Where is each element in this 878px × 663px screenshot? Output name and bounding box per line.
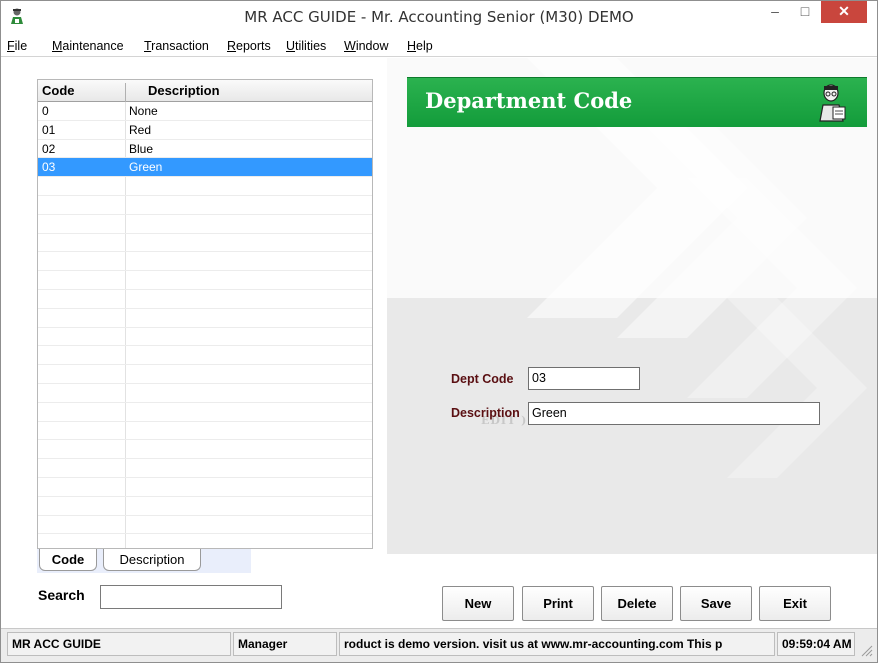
cell-description: None	[129, 104, 158, 118]
form-title: Department Code	[425, 88, 633, 113]
menu-maintenance[interactable]: Maintenance	[52, 39, 124, 53]
accountant-mascot-icon	[819, 84, 846, 122]
empty-table-row[interactable]	[38, 440, 372, 460]
grid-body: 0 None 01 Red 02 Blue 03 Green	[38, 102, 372, 548]
description-label: Description	[451, 406, 520, 420]
dept-code-label: Dept Code	[451, 372, 514, 386]
empty-table-row[interactable]	[38, 177, 372, 196]
dept-code-field[interactable]: 03	[528, 367, 640, 390]
cell-description: Red	[129, 122, 152, 137]
status-marquee: roduct is demo version. visit us at www.…	[339, 632, 775, 656]
grid-header: Code Description	[38, 80, 372, 105]
empty-table-row[interactable]	[38, 422, 372, 441]
search-input[interactable]	[100, 585, 282, 609]
minimize-button[interactable]: ‒	[761, 1, 789, 23]
detail-panel: Department Code	[387, 58, 877, 554]
cell-description: Green	[129, 160, 163, 175]
empty-table-row[interactable]	[38, 534, 372, 548]
menu-reports[interactable]: Reports	[227, 39, 271, 53]
empty-table-row[interactable]	[38, 403, 372, 422]
decorative-chevrons	[527, 58, 867, 478]
cell-code: 01	[42, 122, 56, 137]
empty-table-row[interactable]	[38, 346, 372, 366]
empty-table-row[interactable]	[38, 459, 372, 478]
empty-table-row[interactable]	[38, 215, 372, 234]
app-window: MR ACC GUIDE - Mr. Accounting Senior (M3…	[0, 0, 878, 663]
status-clock: 09:59:04 AM	[777, 632, 855, 656]
new-button[interactable]: New	[442, 586, 514, 621]
empty-table-row[interactable]	[38, 234, 372, 253]
close-button[interactable]: ✕	[821, 1, 867, 23]
empty-table-row[interactable]	[38, 290, 372, 309]
table-row[interactable]: 01 Red	[38, 121, 372, 140]
department-grid[interactable]: Code Description 0 None 01 Red 02 Blue 03 Green	[37, 79, 373, 549]
maximize-button[interactable]: □	[791, 1, 819, 23]
title-bar: MR ACC GUIDE - Mr. Accounting Senior (M3…	[1, 1, 877, 34]
empty-table-row[interactable]	[38, 365, 372, 384]
search-label: Search	[38, 587, 85, 603]
empty-table-row[interactable]	[38, 478, 372, 497]
form-header-bar: Department Code	[407, 77, 867, 127]
window-title: MR ACC GUIDE - Mr. Accounting Senior (M3…	[244, 8, 634, 26]
table-row[interactable]: 02 Blue	[38, 140, 372, 159]
print-button[interactable]: Print	[522, 586, 594, 621]
table-row[interactable]: 03 Green	[38, 158, 372, 178]
cell-description: Blue	[129, 141, 154, 156]
status-user: Manager	[233, 632, 337, 656]
resize-grip-icon[interactable]	[859, 643, 873, 657]
column-header-code[interactable]: Code	[42, 83, 75, 98]
sort-tabs: Code Description	[37, 549, 251, 573]
tab-code[interactable]: Code	[39, 549, 97, 571]
empty-table-row[interactable]	[38, 196, 372, 215]
cell-code: 0	[42, 104, 49, 118]
empty-table-row[interactable]	[38, 516, 372, 535]
menu-bar: File Maintenance Transaction Reports Uti…	[1, 35, 877, 57]
empty-table-row[interactable]	[38, 309, 372, 328]
empty-table-row[interactable]	[38, 271, 372, 290]
cell-code: 03	[42, 160, 56, 175]
menu-window[interactable]: Window	[344, 39, 388, 53]
empty-table-row[interactable]	[38, 497, 372, 516]
column-header-description[interactable]: Description	[148, 83, 220, 98]
description-field[interactable]: Green	[528, 402, 820, 425]
delete-button[interactable]: Delete	[601, 586, 673, 621]
exit-button[interactable]: Exit	[759, 586, 831, 621]
menu-utilities[interactable]: Utilities	[286, 39, 326, 53]
menu-transaction[interactable]: Transaction	[144, 39, 209, 53]
empty-table-row[interactable]	[38, 252, 372, 272]
status-app-name: MR ACC GUIDE	[7, 632, 231, 656]
empty-table-row[interactable]	[38, 384, 372, 403]
save-button[interactable]: Save	[680, 586, 752, 621]
menu-help[interactable]: Help	[407, 39, 433, 53]
menu-file[interactable]: File	[7, 39, 27, 53]
tab-description[interactable]: Description	[103, 549, 201, 571]
status-bar: MR ACC GUIDE Manager roduct is demo vers…	[1, 628, 877, 662]
table-row[interactable]: 0 None	[38, 102, 372, 121]
empty-table-row[interactable]	[38, 328, 372, 347]
cell-code: 02	[42, 141, 56, 156]
